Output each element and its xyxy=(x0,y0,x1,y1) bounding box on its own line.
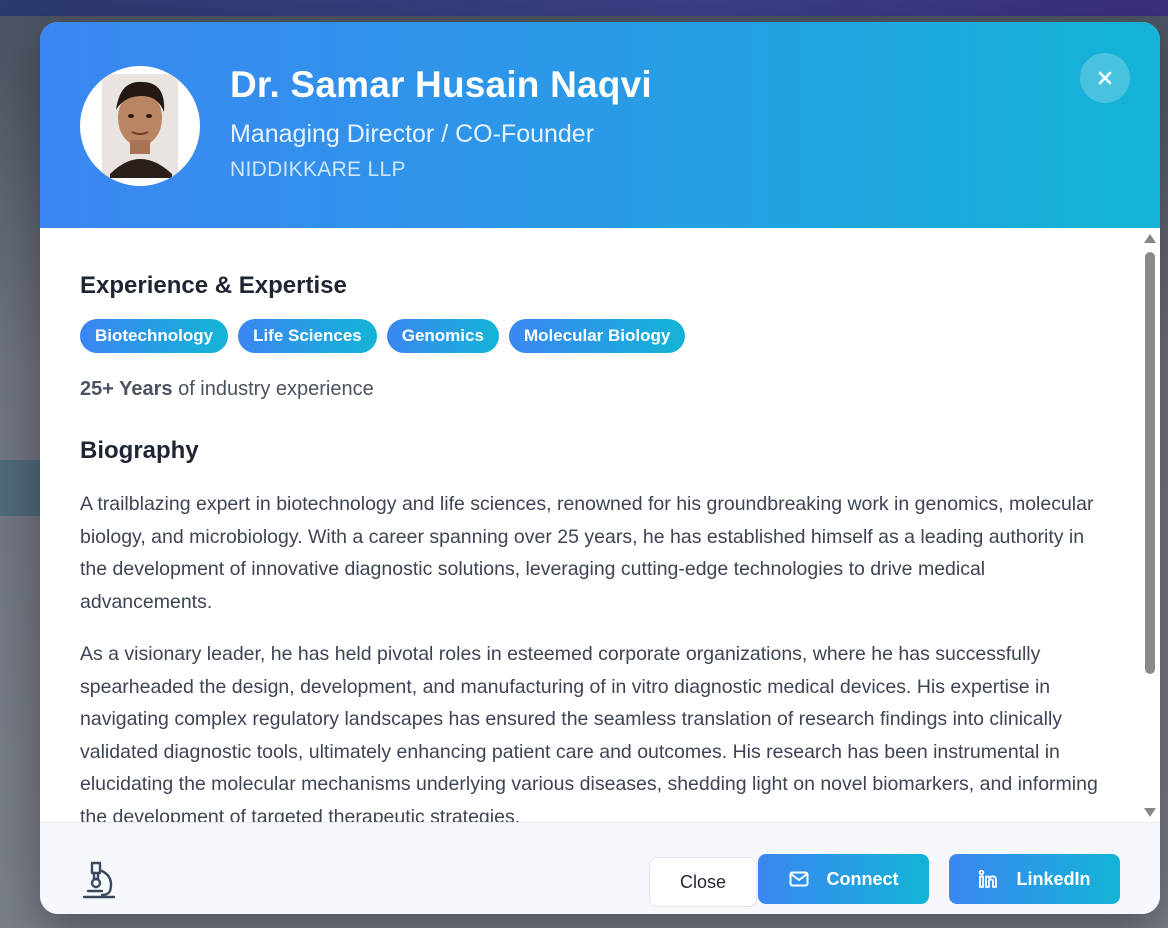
tag-life-sciences: Life Sciences xyxy=(238,319,377,353)
close-modal-button[interactable] xyxy=(1080,53,1130,103)
tag-genomics: Genomics xyxy=(386,319,499,353)
biography-paragraph: A trailblazing expert in biotechnology a… xyxy=(80,493,1094,613)
modal-content[interactable]: Experience & Expertise Biotechnology Lif… xyxy=(40,228,1160,822)
close-button[interactable]: Close xyxy=(649,857,757,907)
experience-suffix: of industry experience xyxy=(172,378,374,400)
tag-molecular-biology: Molecular Biology xyxy=(508,319,686,353)
microscope-icon xyxy=(82,861,116,899)
linkedin-icon xyxy=(979,869,998,888)
experience-heading: Experience & Expertise xyxy=(80,272,347,299)
scroll-up-arrow-icon[interactable] xyxy=(1144,234,1156,243)
close-icon xyxy=(1098,71,1112,85)
scroll-down-arrow-icon[interactable] xyxy=(1144,808,1156,817)
profile-modal: Dr. Samar Husain Naqvi Managing Director… xyxy=(40,22,1160,914)
person-portrait-icon xyxy=(102,74,178,178)
linkedin-button[interactable]: LinkedIn xyxy=(949,854,1120,904)
connect-button[interactable]: Connect xyxy=(758,854,929,904)
content-scrollbar[interactable] xyxy=(1140,228,1160,822)
profile-company: NIDDIKKARE LLP xyxy=(230,158,406,181)
tag-biotechnology: Biotechnology xyxy=(80,319,229,353)
modal-footer: Close Connect LinkedIn xyxy=(40,822,1160,914)
linkedin-label: LinkedIn xyxy=(1016,868,1091,889)
modal-header: Dr. Samar Husain Naqvi Managing Director… xyxy=(40,22,1160,228)
expertise-tags: Biotechnology Life Sciences Genomics Mol… xyxy=(80,319,686,353)
connect-label: Connect xyxy=(826,868,899,889)
experience-summary: 25+ Years of industry experience xyxy=(80,378,374,401)
biography-paragraph: As a visionary leader, he has held pivot… xyxy=(80,643,1098,822)
avatar xyxy=(80,66,200,186)
scrollbar-thumb[interactable] xyxy=(1145,252,1155,674)
profile-name: Dr. Samar Husain Naqvi xyxy=(230,64,652,105)
background-stripe xyxy=(0,460,40,516)
background-topbar xyxy=(0,0,1168,16)
experience-years: 25+ Years xyxy=(80,378,173,400)
mail-icon xyxy=(789,871,808,887)
profile-role: Managing Director / CO-Founder xyxy=(230,120,595,148)
biography-heading: Biography xyxy=(80,437,199,464)
